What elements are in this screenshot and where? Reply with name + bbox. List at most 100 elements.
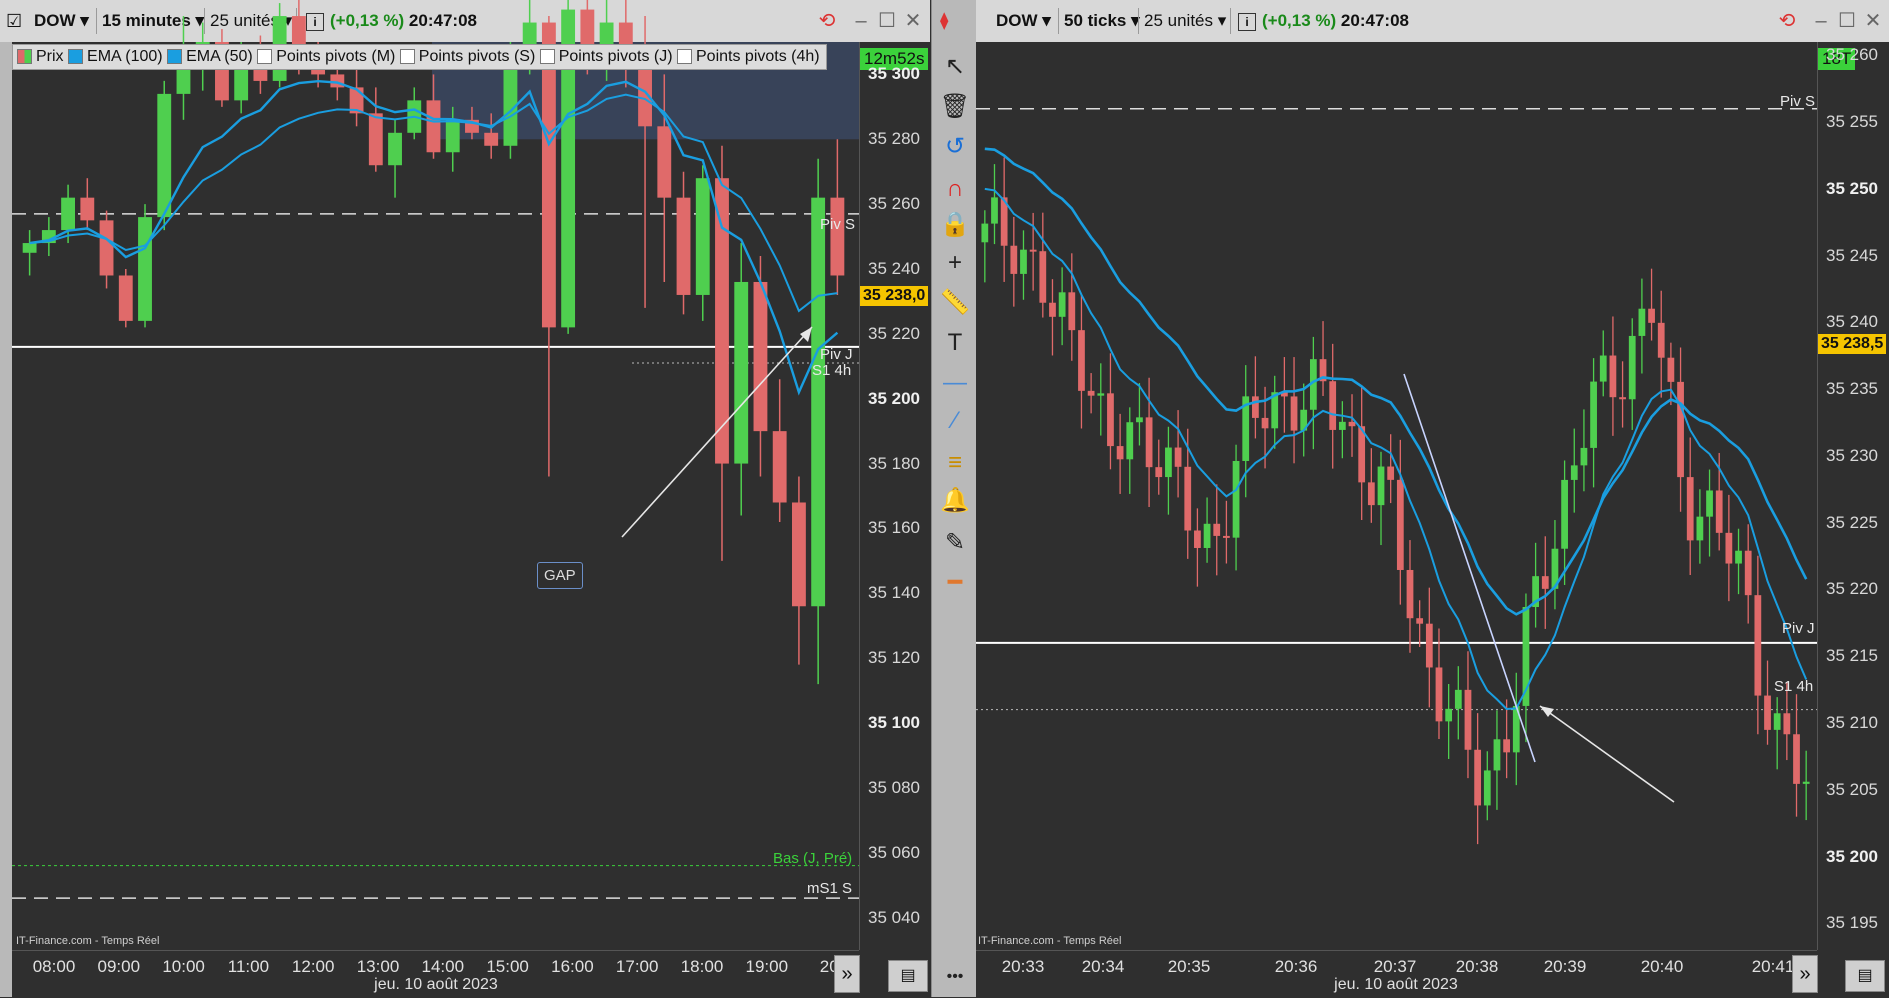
y-tick-label: 35 225 <box>1826 512 1878 532</box>
ruler-icon[interactable]: 📏 <box>938 286 972 320</box>
pointer-icon[interactable]: ↖ <box>938 50 972 84</box>
bull-candle <box>1097 393 1105 396</box>
text-icon[interactable]: T <box>938 326 972 360</box>
bear-candle <box>99 220 114 276</box>
info-icon[interactable]: i <box>1238 12 1256 31</box>
right-s1-4h-label: S1 4h <box>1774 678 1814 695</box>
bear-candle <box>1686 477 1694 541</box>
line-icon[interactable]: — <box>938 366 972 400</box>
left-maximize-icon[interactable]: ☐ <box>876 10 898 32</box>
segment-icon[interactable]: ⁄ <box>938 404 972 438</box>
legend-item-ema50[interactable]: EMA (50) <box>167 48 253 65</box>
right-change: (+0,13 %) <box>1262 11 1337 30</box>
magnet-icon[interactable]: ∩ <box>938 172 972 206</box>
left-interval-select[interactable]: 15 minutes ▾ <box>102 8 204 34</box>
y-tick-label: 35 200 <box>1826 846 1878 866</box>
info-icon[interactable]: i <box>306 12 324 31</box>
legend-item-pivots-4h[interactable]: Points pivots (4h) <box>677 48 820 65</box>
left-close-icon[interactable]: ✕ <box>902 10 924 32</box>
right-interval-select[interactable]: 50 ticks ▾ <box>1064 8 1140 34</box>
y-tick-label: 35 080 <box>868 777 920 797</box>
legend-item-pivots-s[interactable]: Points pivots (S) <box>399 48 535 65</box>
left-minimize-icon[interactable]: – <box>850 10 872 32</box>
x-tick-label: 20:36 <box>1274 957 1318 976</box>
bear-candle <box>1657 322 1665 358</box>
pencil-icon[interactable]: ✎ <box>938 526 972 560</box>
left-quote-info: i (+0,13 %) 20:47:08 <box>306 8 477 34</box>
legend-label: Points pivots (J) <box>558 48 673 65</box>
left-checkbox-icon[interactable]: ☑ <box>6 8 22 34</box>
right-price-axis[interactable]: 18T 35 238,5 35 260 35 255 35 250 35 245 35 … <box>1817 42 1889 950</box>
right-maximize-icon[interactable]: ☐ <box>1836 10 1858 32</box>
bear-candle <box>1715 490 1723 533</box>
legend-item-price[interactable]: Prix <box>17 48 64 65</box>
gap-label[interactable]: GAP <box>537 562 583 589</box>
bear-candle <box>1155 467 1163 478</box>
right-units-select[interactable]: 25 unités ▾ <box>1144 8 1226 34</box>
pivot-swatch-icon <box>539 49 555 65</box>
add-point-icon[interactable]: + <box>938 246 972 280</box>
bull-candle <box>1561 479 1568 549</box>
bull-candle <box>991 197 998 224</box>
bear-candle <box>1416 618 1424 624</box>
bull-candle <box>157 93 172 218</box>
more-icon[interactable]: ••• <box>938 960 972 994</box>
right-piv-s-label: Piv S <box>1780 93 1816 110</box>
legend-item-pivots-m[interactable]: Points pivots (M) <box>257 48 395 65</box>
legend-item-ema100[interactable]: EMA (100) <box>68 48 163 65</box>
lock-icon[interactable]: 🔒 <box>938 208 972 242</box>
right-symbol-select[interactable]: DOW ▾ <box>996 8 1051 34</box>
left-chart-window: ☑ DOW ▾ 15 minutes ▾ 25 unités ▾ i (+0,13… <box>0 0 931 998</box>
x-tick-label: 14:00 <box>421 957 465 976</box>
x-tick-label: 19:00 <box>745 957 789 976</box>
left-legend: Prix EMA (100) EMA (50) Points pivots (M… <box>12 44 827 70</box>
right-chart-svg <box>976 108 1817 845</box>
bear-candle <box>1010 245 1018 274</box>
bear-candle <box>426 100 441 153</box>
left-layout-button[interactable]: ▤ <box>888 960 928 992</box>
alert-icon[interactable]: 🔔 <box>938 484 972 518</box>
pivot-swatch-icon <box>399 49 415 65</box>
bull-candle <box>1696 516 1704 541</box>
x-tick-label: 20:40 <box>1640 957 1684 976</box>
bull-candle <box>695 178 710 295</box>
right-scroll-right-button[interactable]: » <box>1792 955 1818 993</box>
bear-candle <box>1793 734 1800 784</box>
left-separator <box>96 8 97 34</box>
left-plot-area: Prix EMA (100) EMA (50) Points pivots (M… <box>12 0 859 950</box>
bear-candle <box>1358 426 1366 483</box>
right-sync-icon[interactable]: ⟲ <box>1776 10 1798 32</box>
right-layout-button[interactable]: ▤ <box>1845 960 1885 992</box>
right-time-axis[interactable]: 20:33 20:34 20:35 20:36 20:37 20:38 20:39 20:40… <box>976 950 1818 998</box>
y-tick-label: 35 280 <box>868 129 920 149</box>
x-tick-label: 13:00 <box>356 957 400 976</box>
left-sync-icon[interactable]: ⟲ <box>816 10 838 32</box>
right-price-tag: 35 238,5 <box>1818 334 1887 354</box>
left-chart-svg <box>12 0 859 899</box>
legend-item-pivots-j[interactable]: Points pivots (J) <box>539 48 673 65</box>
undo-icon[interactable]: ↺ <box>938 130 972 164</box>
right-candle-icon[interactable]: ⧫ <box>940 8 948 34</box>
y-tick-label: 35 210 <box>1826 713 1878 732</box>
bull-candle <box>1136 417 1143 423</box>
bear-candle <box>1174 447 1182 467</box>
left-time-axis[interactable]: 08:00 09:00 10:00 11:00 12:00 13:00 14:00 15:00… <box>12 950 860 998</box>
fibonacci-icon[interactable]: ≡ <box>938 446 972 480</box>
y-tick-label: 35 215 <box>1826 646 1878 666</box>
brush-icon[interactable]: ━ <box>938 566 972 600</box>
left-title-bar: ☑ DOW ▾ 15 minutes ▾ 25 unités ▾ i (+0,13… <box>0 0 930 43</box>
bull-candle <box>1802 781 1810 784</box>
right-minimize-icon[interactable]: – <box>1810 10 1832 32</box>
right-separator <box>1138 8 1139 34</box>
left-price-axis[interactable]: 12m52s 35 238,0 35 300 35 280 35 260 35 240… <box>859 42 931 950</box>
right-close-icon[interactable]: ✕ <box>1862 10 1884 32</box>
annotation-arrow <box>1539 705 1675 803</box>
bull-candle <box>1232 460 1240 538</box>
left-scroll-right-button[interactable]: » <box>834 955 860 993</box>
left-symbol-select[interactable]: DOW ▾ <box>34 8 89 34</box>
x-tick-label: 20:37 <box>1373 957 1417 976</box>
trash-icon[interactable]: 🗑 <box>938 90 972 124</box>
bear-candle <box>1252 396 1259 418</box>
bull-candle <box>138 217 152 321</box>
legend-label: Prix <box>36 48 64 65</box>
